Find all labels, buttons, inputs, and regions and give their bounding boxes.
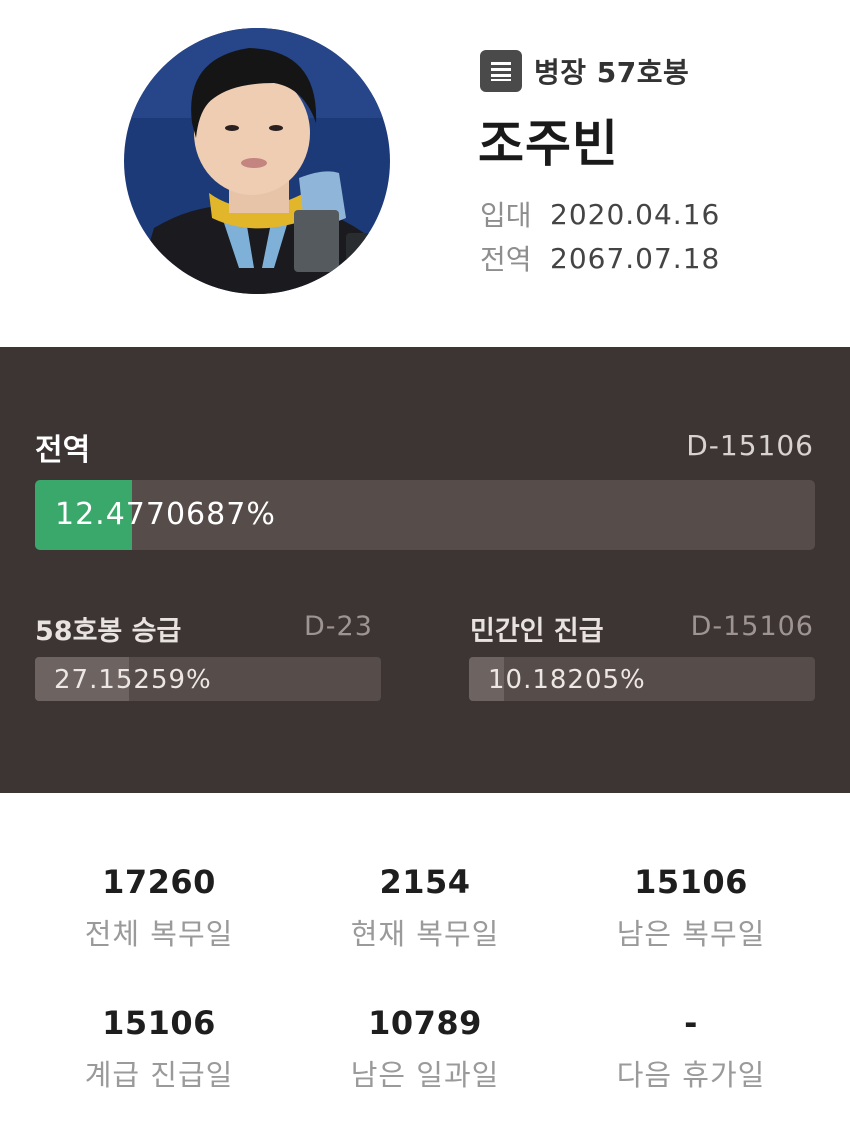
stat-label: 현재 복무일 bbox=[350, 917, 500, 951]
civilian-progress-title: 민간인 진급 bbox=[470, 616, 604, 647]
enlist-label: 입대 bbox=[480, 199, 532, 232]
stat-label: 남은 일과일 bbox=[350, 1058, 500, 1092]
user-name: 조주빈 bbox=[478, 115, 619, 173]
stat-label: 계급 진급일 bbox=[84, 1058, 234, 1092]
list-icon[interactable] bbox=[480, 50, 522, 92]
civilian-dday: D-15106 bbox=[690, 611, 814, 642]
promotion-progress-bar: 27.15259% bbox=[35, 657, 381, 701]
enlist-date: 2020.04.16 bbox=[550, 197, 721, 231]
discharge-dday: D-15106 bbox=[686, 429, 814, 462]
stat-value: - bbox=[684, 1004, 698, 1042]
stat-value: 17260 bbox=[102, 863, 216, 901]
stat-rank-promotion-day: 15106 계급 진급일 bbox=[26, 1004, 292, 1094]
avatar bbox=[124, 28, 390, 294]
stats-grid: 17260 전체 복무일 2154 현재 복무일 15106 남은 복무일 15… bbox=[0, 793, 850, 1148]
stat-remaining-work-days: 10789 남은 일과일 bbox=[292, 1004, 558, 1094]
civilian-progress-percent: 10.18205% bbox=[488, 665, 646, 695]
rank-row: 병장 57호봉 bbox=[480, 50, 689, 92]
discharge-progress-percent: 12.4770687% bbox=[55, 497, 276, 532]
stat-next-leave-day: - 다음 휴가일 bbox=[558, 1004, 824, 1094]
discharge-label: 전역 bbox=[480, 243, 532, 276]
civilian-progress-bar: 10.18205% bbox=[469, 657, 815, 701]
stat-label: 다음 휴가일 bbox=[616, 1058, 766, 1092]
stat-value: 2154 bbox=[379, 863, 471, 901]
discharge-progress-title: 전역 bbox=[35, 433, 91, 468]
profile-header: 병장 57호봉 조주빈 입대 2020.04.16 전역 2067.07.18 bbox=[0, 0, 850, 347]
discharge-date-row: 전역 2067.07.18 bbox=[480, 238, 720, 278]
stat-total-service-days: 17260 전체 복무일 bbox=[26, 863, 292, 953]
stat-value: 15106 bbox=[634, 863, 748, 901]
rank-label: 병장 57호봉 bbox=[534, 56, 690, 89]
promotion-dday: D-23 bbox=[304, 611, 373, 642]
profile-photo bbox=[124, 28, 390, 294]
promotion-progress-percent: 27.15259% bbox=[54, 665, 212, 695]
progress-panel: 전역 D-15106 12.4770687% 58호봉 승급 D-23 27.1… bbox=[0, 347, 850, 793]
enlist-date-row: 입대 2020.04.16 bbox=[480, 194, 720, 234]
stat-value: 15106 bbox=[102, 1004, 216, 1042]
stat-label: 전체 복무일 bbox=[84, 917, 234, 951]
discharge-progress-bar: 12.4770687% bbox=[35, 480, 815, 550]
stat-label: 남은 복무일 bbox=[616, 917, 766, 951]
promotion-progress-title: 58호봉 승급 bbox=[35, 616, 182, 647]
stat-current-service-days: 2154 현재 복무일 bbox=[292, 863, 558, 953]
stat-value: 10789 bbox=[368, 1004, 482, 1042]
stat-remaining-service-days: 15106 남은 복무일 bbox=[558, 863, 824, 953]
discharge-date: 2067.07.18 bbox=[550, 241, 721, 275]
